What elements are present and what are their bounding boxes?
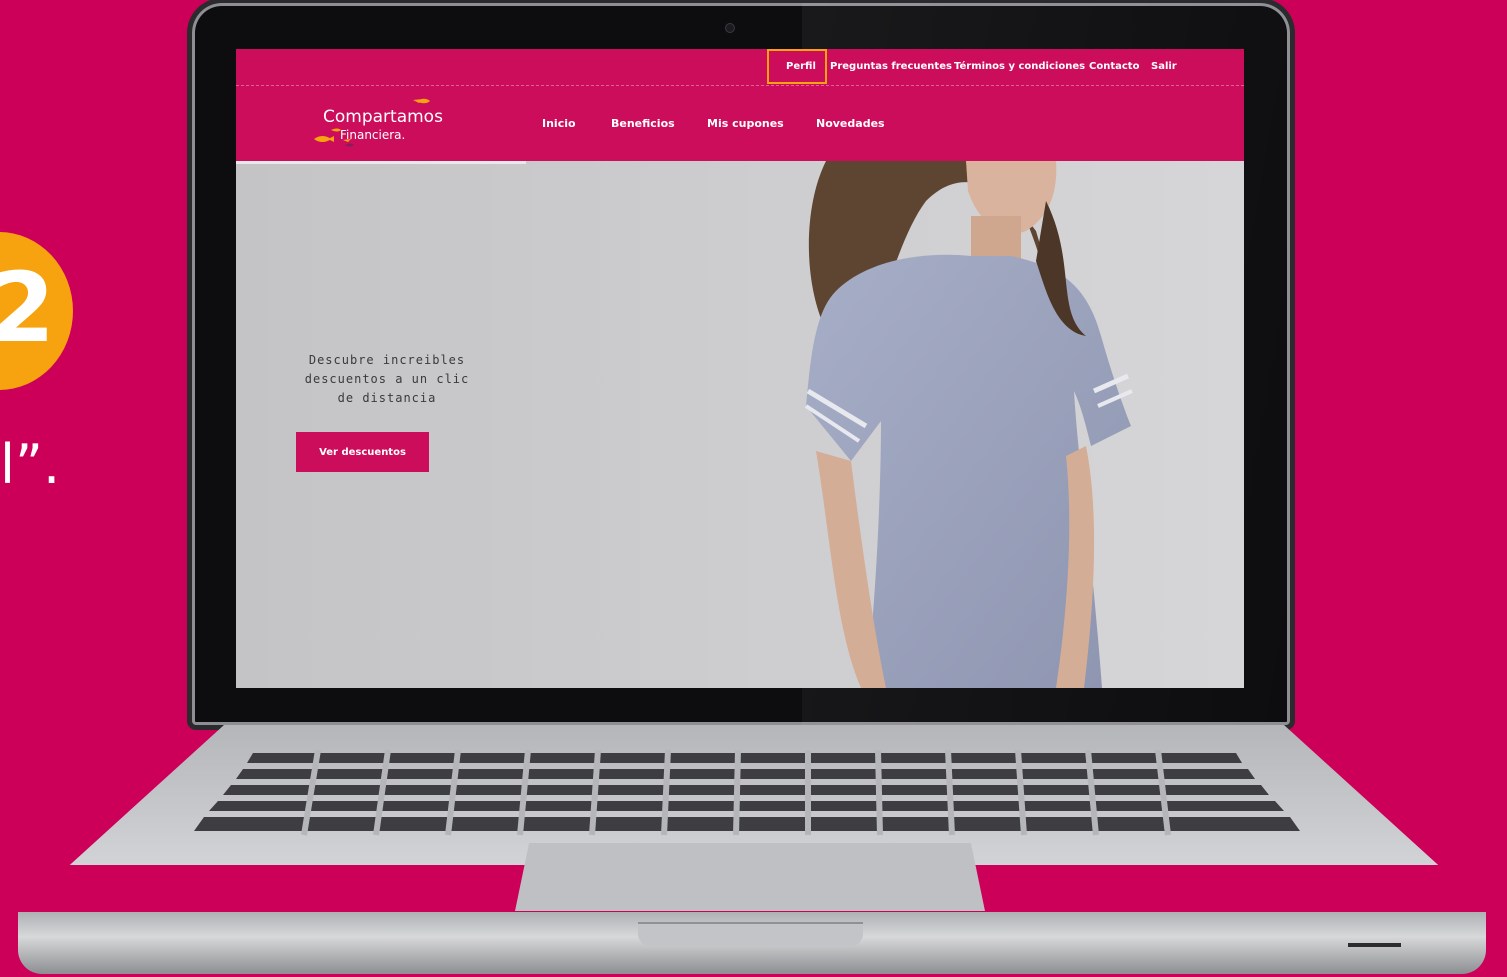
hero-line-1: Descubre increibles [308, 353, 466, 367]
logo-subtitle-text: Financiera [340, 128, 402, 142]
logo-name: Compartamos [323, 107, 443, 127]
main-nav: Compartamos Financiera. Inicio Beneficio… [236, 86, 1244, 161]
nav-inicio[interactable]: Inicio [542, 117, 576, 130]
hero-photo [804, 161, 1133, 688]
hero-headline: Descubre increibles descuentos a un clic… [294, 351, 480, 408]
hero-line-2: descuentos a un clic de distancia [304, 372, 470, 405]
nav-beneficios[interactable]: Beneficios [611, 117, 675, 130]
top-link-preguntas-frecuentes[interactable]: Preguntas frecuentes [830, 61, 952, 72]
top-link-contacto[interactable]: Contacto [1089, 61, 1139, 72]
top-link-salir[interactable]: Salir [1151, 61, 1177, 72]
logo-mark: . [401, 128, 406, 142]
top-bar: Perfil Preguntas frecuentes Términos y c… [236, 49, 1244, 86]
trackpad [515, 843, 985, 911]
laptop-screen: Perfil Preguntas frecuentes Términos y c… [236, 49, 1244, 688]
nav-novedades[interactable]: Novedades [816, 117, 885, 130]
webcam-icon [725, 23, 735, 33]
step-number: 2 [0, 252, 55, 364]
logo-subtitle: Financiera. [340, 128, 405, 142]
nav-mis-cupones[interactable]: Mis cupones [707, 117, 784, 130]
lid-notch [638, 922, 863, 946]
slider-progress [236, 161, 526, 164]
top-link-terminos[interactable]: Términos y condiciones [954, 61, 1085, 72]
step-badge: 2 [0, 232, 73, 390]
step-text: l”. [0, 433, 61, 496]
perfil-highlight-box [767, 49, 827, 84]
ver-descuentos-button[interactable]: Ver descuentos [296, 432, 429, 472]
indicator-light [1348, 943, 1401, 947]
hero-banner: Descubre increibles descuentos a un clic… [236, 161, 1244, 688]
